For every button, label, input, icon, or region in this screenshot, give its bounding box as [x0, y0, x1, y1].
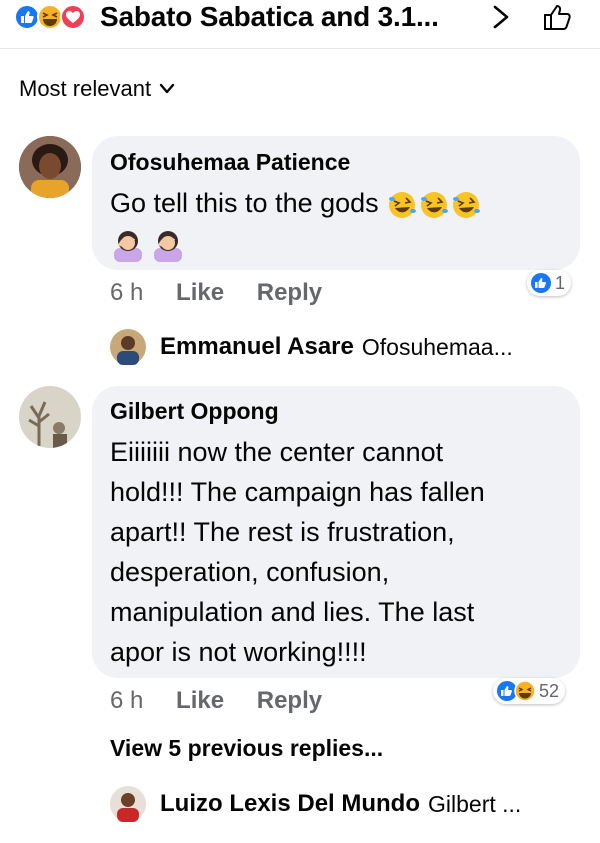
- avatar-image: [19, 136, 81, 198]
- like-reaction-icon: [531, 273, 551, 293]
- comment-text-line: Eiiiiiii now the center cannot: [110, 437, 444, 467]
- comment-text-line: manipulation and lies. The last: [110, 597, 475, 627]
- reply-snippet: Ofosuhemaa...: [361, 333, 513, 360]
- reply-snippet: Gilbert ...: [428, 790, 522, 817]
- comment-actions: 6 h Like Reply: [110, 686, 322, 716]
- reply-preview[interactable]: Luizo Lexis Del Mundo Gilbert ...: [110, 786, 521, 822]
- post-header: Sabato Sabatica and 3.1...: [0, 0, 600, 46]
- comment-author[interactable]: Gilbert Oppong: [110, 396, 279, 426]
- love-reaction-icon: [60, 4, 86, 30]
- facepalm-emoji-icon: [114, 230, 182, 262]
- like-thumb-icon[interactable]: [542, 2, 574, 32]
- like-button[interactable]: Like: [176, 687, 224, 714]
- reply-author: Emmanuel Asare: [160, 333, 354, 360]
- haha-reaction-icon: [514, 680, 536, 702]
- avatar[interactable]: [19, 386, 81, 448]
- reply-avatar: [110, 786, 146, 822]
- reply-author: Luizo Lexis Del Mundo: [160, 790, 421, 817]
- like-button[interactable]: Like: [176, 279, 224, 306]
- reaction-icons[interactable]: [14, 4, 94, 30]
- reply-button[interactable]: Reply: [257, 687, 322, 714]
- sort-label: Most relevant: [19, 76, 152, 101]
- like-reaction-icon: [14, 4, 40, 30]
- sort-dropdown[interactable]: Most relevant: [19, 74, 175, 104]
- reaction-badge[interactable]: 1: [527, 270, 572, 296]
- avatar[interactable]: [19, 136, 81, 198]
- reply-button[interactable]: Reply: [257, 279, 322, 306]
- post-title[interactable]: Sabato Sabatica and 3.1...: [100, 0, 439, 34]
- comment-text-line: hold!!! The campaign has fallen: [110, 477, 485, 507]
- chevron-right-icon[interactable]: [490, 4, 512, 30]
- comment-time[interactable]: 6 h: [110, 687, 143, 714]
- reply-avatar: [110, 329, 146, 365]
- reply-preview[interactable]: Emmanuel Asare Ofosuhemaa...: [110, 329, 513, 365]
- comment-actions: 6 h Like Reply: [110, 278, 322, 308]
- comment-time[interactable]: 6 h: [110, 279, 143, 306]
- reaction-count: 1: [555, 273, 566, 293]
- rolling-laughing-emoji-icon: [389, 191, 481, 218]
- haha-reaction-icon: [37, 4, 63, 30]
- comment-author[interactable]: Ofosuhemaa Patience: [110, 147, 350, 177]
- chevron-down-icon: [159, 83, 175, 94]
- comment-text-line: apart!! The rest is frustration,: [110, 517, 455, 547]
- reaction-count: 52: [539, 681, 560, 701]
- view-previous-replies-link[interactable]: View 5 previous replies...: [110, 733, 383, 763]
- reaction-badge[interactable]: 52: [493, 678, 566, 704]
- avatar-image: [19, 386, 81, 448]
- comment-text-line: apor is not working!!!!: [110, 637, 367, 667]
- comment-text-line: desperation, confusion,: [110, 557, 390, 587]
- comment-text-line2: [110, 222, 186, 262]
- comment-text-line: Go tell this to the gods: [110, 188, 379, 218]
- comment-text: Go tell this to the gods: [110, 183, 482, 223]
- divider: [0, 48, 600, 49]
